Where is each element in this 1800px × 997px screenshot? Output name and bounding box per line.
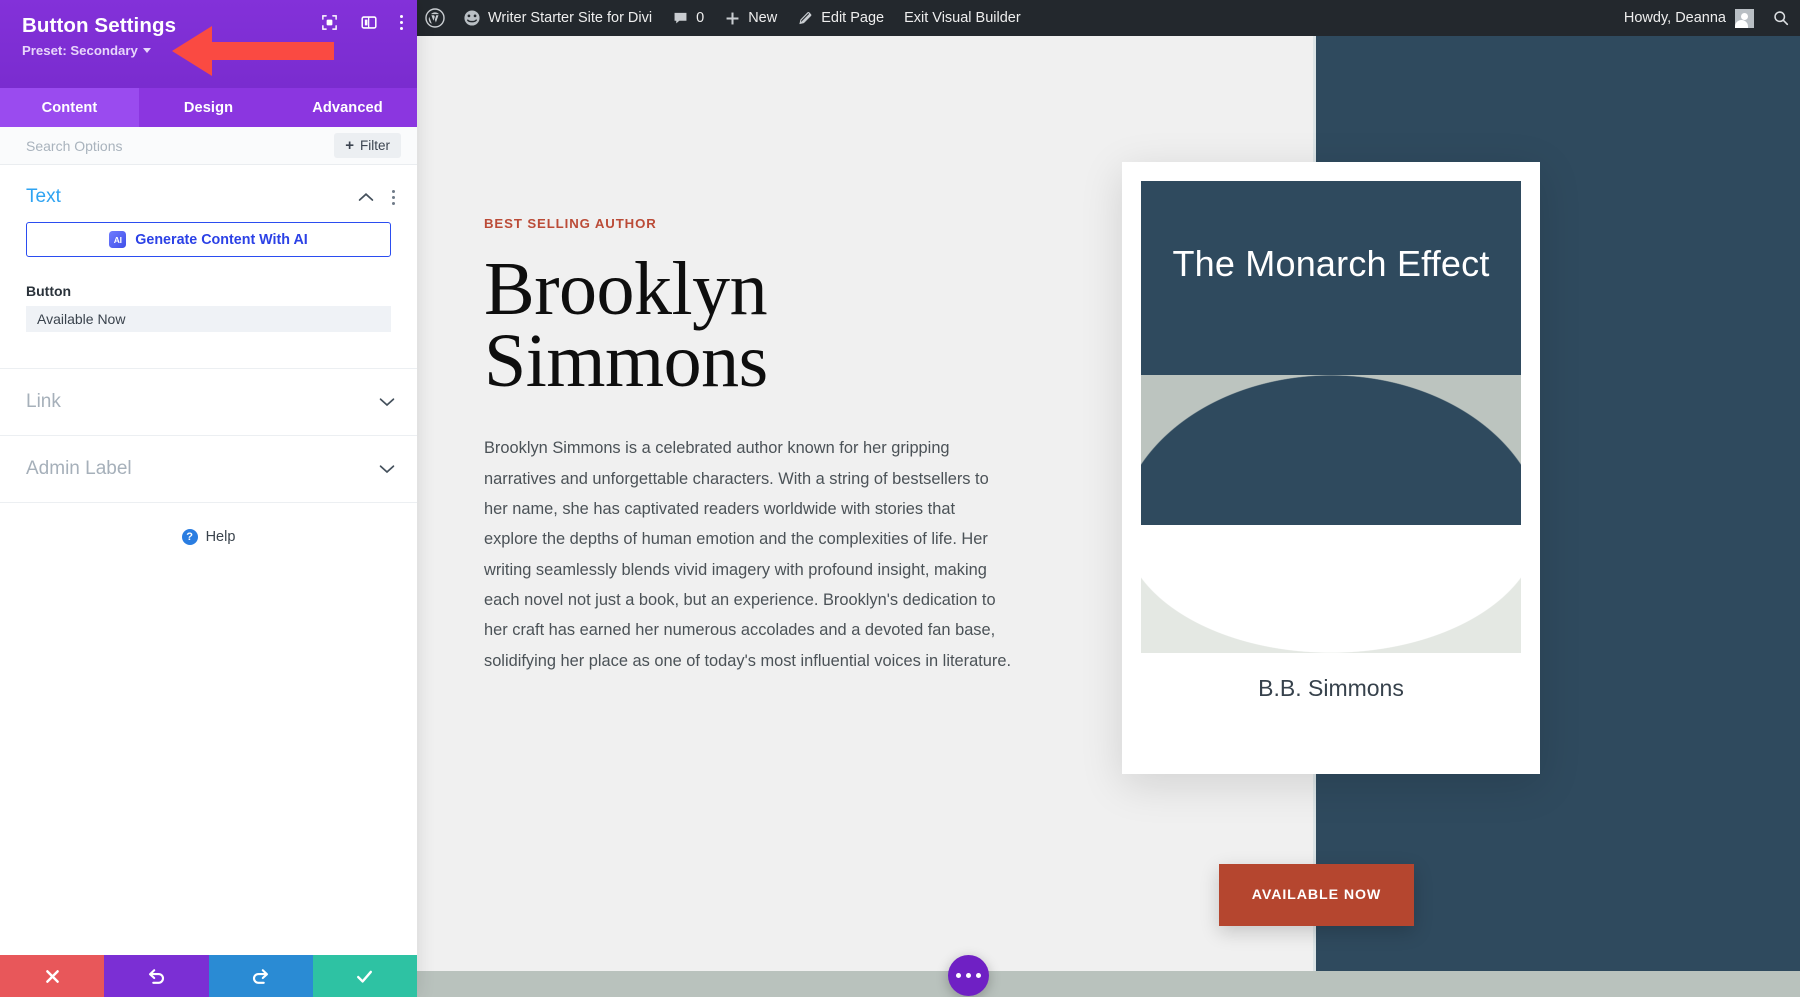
kebab-menu-icon[interactable] xyxy=(400,15,403,30)
filter-button[interactable]: + Filter xyxy=(334,133,401,158)
butterfly-wing-lower-left xyxy=(1141,525,1331,653)
settings-action-bar xyxy=(0,955,417,997)
comments-menu[interactable]: 0 xyxy=(662,0,714,36)
save-changes-button[interactable] xyxy=(312,955,417,997)
tab-content[interactable]: Content xyxy=(0,88,139,127)
ai-badge-icon: AI xyxy=(109,231,127,248)
book-author: B.B. Simmons xyxy=(1258,675,1404,701)
help-link[interactable]: ? Help xyxy=(0,503,417,545)
settings-panel-header: Button Settings Preset: Secondary xyxy=(0,0,417,88)
user-avatar-icon xyxy=(1735,8,1754,28)
search-input[interactable] xyxy=(26,137,335,154)
ellipsis-icon xyxy=(976,973,981,978)
edit-page-label: Edit Page xyxy=(821,10,885,26)
pencil-icon xyxy=(799,11,812,24)
undo-button[interactable] xyxy=(104,955,209,997)
search-options-row: + Filter xyxy=(0,127,417,165)
section-text-icons xyxy=(358,189,395,205)
site-name-menu[interactable]: Writer Starter Site for Divi xyxy=(453,0,662,36)
preset-selector[interactable]: Preset: Secondary xyxy=(22,43,151,58)
hero-eyebrow: BEST SELLING AUTHOR xyxy=(484,216,657,231)
comments-count: 0 xyxy=(696,10,705,26)
page-bottom-strip xyxy=(417,971,1800,997)
tab-design[interactable]: Design xyxy=(139,88,278,127)
butterfly-wing-upper-right xyxy=(1331,375,1521,525)
ellipsis-icon xyxy=(966,973,971,978)
layout-split-icon[interactable] xyxy=(360,14,378,31)
comment-bubble-icon xyxy=(674,12,687,23)
settings-tabs: Content Design Advanced xyxy=(0,88,417,127)
search-icon xyxy=(1774,11,1789,26)
admin-search-button[interactable] xyxy=(1762,0,1800,36)
checkmark-icon xyxy=(357,970,373,983)
book-cover-bottom: B.B. Simmons xyxy=(1141,525,1521,755)
section-header-text[interactable]: Text xyxy=(0,165,417,220)
section-title-text: Text xyxy=(26,186,61,207)
wordpress-logo-icon xyxy=(425,8,445,28)
chevron-down-icon[interactable] xyxy=(379,464,395,474)
section-header-admin-label[interactable]: Admin Label xyxy=(0,436,417,502)
account-menu[interactable]: Howdy, Deanna xyxy=(1616,0,1762,36)
exit-visual-builder-label: Exit Visual Builder xyxy=(904,10,1021,26)
ellipsis-icon xyxy=(956,973,961,978)
site-name-label: Writer Starter Site for Divi xyxy=(488,10,653,26)
book-cover-inner: The Monarch Effect B.B. Simmons xyxy=(1141,181,1521,755)
preset-label: Preset: Secondary xyxy=(22,43,138,58)
butterfly-wing-lower-right xyxy=(1331,525,1521,653)
section-title-admin-label: Admin Label xyxy=(26,458,132,479)
chevron-down-icon[interactable] xyxy=(379,397,395,407)
module-settings-panel: Button Settings Preset: Secondary Conten… xyxy=(0,0,417,997)
button-text-input[interactable] xyxy=(26,306,391,332)
new-label: New xyxy=(748,10,778,26)
admin-bar-right-group: Howdy, Deanna xyxy=(1616,0,1800,36)
wordpress-logo-button[interactable] xyxy=(417,0,453,36)
book-title: The Monarch Effect xyxy=(1172,243,1490,284)
hero-paragraph: Brooklyn Simmons is a celebrated author … xyxy=(484,439,1011,670)
button-field-label: Button xyxy=(26,283,72,299)
close-x-icon xyxy=(45,969,59,983)
chevron-down-icon xyxy=(142,48,151,53)
settings-panel-body: Text AI Generate Content With AI Button … xyxy=(0,165,417,955)
redo-arrow-icon xyxy=(253,968,269,984)
edit-page-link[interactable]: Edit Page xyxy=(787,0,894,36)
hero-text-block: BEST SELLING AUTHOR Brooklyn Simmons Bro… xyxy=(484,216,1014,676)
discard-changes-button[interactable] xyxy=(0,955,105,997)
kebab-menu-icon[interactable] xyxy=(392,189,395,205)
new-content-menu[interactable]: New xyxy=(714,0,787,36)
hero-heading: Brooklyn Simmons xyxy=(484,247,768,404)
question-mark-icon: ? xyxy=(181,529,198,545)
undo-arrow-icon xyxy=(148,968,164,984)
chevron-up-icon[interactable] xyxy=(358,192,374,202)
exit-visual-builder-link[interactable]: Exit Visual Builder xyxy=(894,0,1031,36)
section-header-link[interactable]: Link xyxy=(0,369,417,435)
help-label: Help xyxy=(205,529,236,545)
tab-advanced[interactable]: Advanced xyxy=(278,88,417,127)
redo-button[interactable] xyxy=(208,955,313,997)
available-now-button[interactable]: AVAILABLE NOW xyxy=(1219,864,1414,926)
wp-admin-bar: Writer Starter Site for Divi 0 New Edit … xyxy=(417,0,1800,36)
filter-button-label: Filter xyxy=(360,138,390,153)
butterfly-wing-upper-left xyxy=(1141,375,1331,525)
plus-icon: + xyxy=(345,137,354,154)
plus-icon xyxy=(726,12,739,24)
greeting-label: Howdy, Deanna xyxy=(1623,10,1726,26)
section-title-link: Link xyxy=(26,391,61,412)
red-pointer-arrow xyxy=(172,26,334,76)
divi-settings-fab[interactable] xyxy=(948,955,989,996)
dashboard-site-icon xyxy=(464,10,480,26)
ai-button-label: Generate Content With AI xyxy=(135,231,308,248)
generate-content-with-ai-button[interactable]: AI Generate Content With AI xyxy=(26,222,391,257)
page-canvas: BEST SELLING AUTHOR Brooklyn Simmons Bro… xyxy=(417,36,1800,997)
book-cover-top: The Monarch Effect xyxy=(1141,181,1521,525)
book-cover-card: The Monarch Effect B.B. Simmons xyxy=(1122,162,1540,774)
